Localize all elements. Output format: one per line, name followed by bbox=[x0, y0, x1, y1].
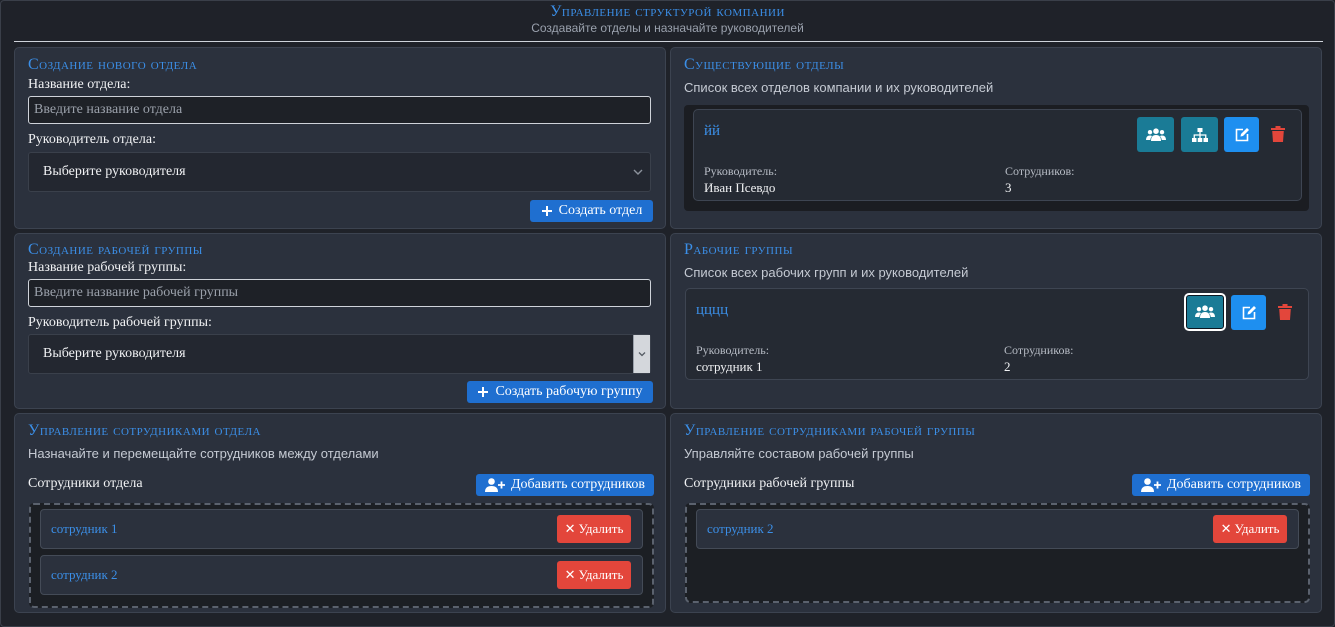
create-workgroup-card: Создание рабочей группы Название рабочей… bbox=[14, 233, 666, 409]
workgroup-count-value: 2 bbox=[1004, 359, 1011, 374]
department-count-label: Сотрудников: bbox=[1005, 164, 1075, 178]
department-edit-button[interactable] bbox=[1224, 117, 1259, 152]
department-staff-list: сотрудник 1 ✕ Удалить сотрудник 2 ✕ Удал… bbox=[29, 503, 654, 608]
plus-icon bbox=[478, 387, 489, 397]
sitemap-icon bbox=[1191, 127, 1208, 142]
workgroup-head-selected: Выберите руководителя bbox=[43, 346, 186, 361]
workgroup-count-label: Сотрудников: bbox=[1004, 343, 1074, 357]
department-head-meta-label: Руководитель: bbox=[704, 164, 778, 178]
remove-employee-button[interactable]: ✕ Удалить bbox=[1213, 515, 1287, 543]
list-item: сотрудник 1 ✕ Удалить bbox=[40, 509, 643, 549]
create-workgroup-button[interactable]: Создать рабочую группу bbox=[467, 381, 653, 403]
department-staff-subtitle: Назначайте и перемещайте сотрудников меж… bbox=[28, 446, 379, 461]
workgroup-staff-title: Управление сотрудниками рабочей группы bbox=[684, 422, 976, 439]
trash-icon bbox=[1278, 304, 1292, 320]
department-name[interactable]: йй bbox=[704, 123, 720, 140]
remove-label: Удалить bbox=[578, 521, 624, 536]
create-department-label: Создать отдел bbox=[558, 203, 643, 218]
department-staff-card: Управление сотрудниками отдела Назначайт… bbox=[14, 413, 666, 613]
department-head-label: Руководитель отдела: bbox=[28, 132, 156, 147]
workgroup-name[interactable]: цццц bbox=[696, 302, 728, 319]
department-name-label: Название отдела: bbox=[28, 77, 131, 92]
workgroups-title: Рабочие группы bbox=[684, 241, 794, 258]
workgroup-staff-card: Управление сотрудниками рабочей группы У… bbox=[670, 413, 1322, 613]
header-divider bbox=[14, 41, 1323, 42]
chevron-down-icon bbox=[633, 169, 643, 175]
users-icon bbox=[1145, 127, 1166, 141]
workgroup-head-label: Руководитель рабочей группы: bbox=[28, 315, 212, 330]
edit-icon bbox=[1242, 305, 1256, 319]
workgroup-head-value: сотрудник 1 bbox=[696, 359, 763, 374]
page-subtitle: Создавайте отделы и назначайте руководит… bbox=[531, 21, 804, 35]
workgroup-staff-list-label: Сотрудники рабочей группы bbox=[684, 476, 855, 491]
remove-label: Удалить bbox=[1234, 521, 1280, 536]
employee-name[interactable]: сотрудник 1 bbox=[51, 521, 118, 537]
department-delete-button[interactable] bbox=[1268, 124, 1288, 144]
department-head-selected: Выберите руководителя bbox=[43, 164, 186, 179]
users-icon bbox=[1195, 305, 1215, 318]
department-item: йй Руководитель: Иван Псевдо Сотрудников… bbox=[693, 109, 1302, 201]
department-members-button[interactable] bbox=[1137, 117, 1174, 152]
create-workgroup-title: Создание рабочей группы bbox=[28, 241, 203, 258]
x-icon: ✕ bbox=[1220, 521, 1232, 537]
workgroup-name-input[interactable] bbox=[28, 279, 651, 307]
create-department-button[interactable]: Создать отдел bbox=[530, 200, 653, 222]
x-icon: ✕ bbox=[564, 521, 576, 537]
departments-subtitle: Список всех отделов компании и их руково… bbox=[684, 80, 994, 95]
department-staff-title: Управление сотрудниками отдела bbox=[28, 422, 261, 439]
workgroup-add-staff-label: Добавить сотрудников bbox=[1166, 477, 1302, 492]
trash-icon bbox=[1271, 126, 1285, 142]
workgroup-edit-button[interactable] bbox=[1231, 295, 1266, 330]
workgroups-subtitle: Список всех рабочих групп и их руководит… bbox=[684, 265, 969, 280]
department-staff-list-label: Сотрудники отдела bbox=[28, 476, 143, 491]
department-name-input[interactable] bbox=[28, 96, 651, 124]
user-plus-icon bbox=[484, 478, 505, 492]
list-item: сотрудник 2 ✕ Удалить bbox=[696, 509, 1299, 549]
workgroup-head-meta-label: Руководитель: bbox=[696, 343, 770, 357]
department-add-staff-label: Добавить сотрудников bbox=[510, 477, 646, 492]
workgroup-staff-list: сотрудник 2 ✕ Удалить bbox=[685, 503, 1310, 603]
workgroup-item: цццц Руководитель: сотрудник 1 Сотрудник… bbox=[685, 288, 1309, 380]
plus-icon bbox=[541, 206, 552, 216]
remove-label: Удалить bbox=[578, 567, 624, 582]
department-structure-button[interactable] bbox=[1181, 117, 1218, 152]
employee-name[interactable]: сотрудник 2 bbox=[707, 521, 774, 537]
department-head-select[interactable]: Выберите руководителя bbox=[28, 152, 651, 192]
department-add-staff-button[interactable]: Добавить сотрудников bbox=[476, 474, 654, 496]
workgroup-add-staff-button[interactable]: Добавить сотрудников bbox=[1132, 474, 1310, 496]
workgroup-head-select[interactable]: Выберите руководителя bbox=[28, 334, 651, 374]
page-header: Управление структурой компании Создавайт… bbox=[0, 3, 1335, 36]
workgroups-card: Рабочие группы Список всех рабочих групп… bbox=[670, 233, 1322, 409]
workgroup-delete-button[interactable] bbox=[1275, 302, 1295, 322]
user-plus-icon bbox=[1140, 478, 1161, 492]
departments-card: Существующие отделы Список всех отделов … bbox=[670, 47, 1322, 229]
page-title: Управление структурой компании bbox=[550, 3, 785, 20]
department-count-value: 3 bbox=[1005, 180, 1012, 195]
create-department-card: Создание нового отдела Название отдела: … bbox=[14, 47, 666, 229]
workgroup-staff-subtitle: Управляйте составом рабочей группы bbox=[684, 446, 914, 461]
remove-employee-button[interactable]: ✕ Удалить bbox=[557, 561, 631, 589]
workgroup-members-button[interactable] bbox=[1186, 295, 1224, 329]
list-item: сотрудник 2 ✕ Удалить bbox=[40, 555, 643, 595]
edit-icon bbox=[1235, 127, 1249, 141]
x-icon: ✕ bbox=[564, 567, 576, 583]
create-department-title: Создание нового отдела bbox=[28, 56, 198, 73]
employee-name[interactable]: сотрудник 2 bbox=[51, 567, 118, 583]
remove-employee-button[interactable]: ✕ Удалить bbox=[557, 515, 631, 543]
department-head-value: Иван Псевдо bbox=[704, 180, 776, 195]
create-workgroup-label: Создать рабочую группу bbox=[495, 384, 643, 399]
departments-title: Существующие отделы bbox=[684, 56, 845, 73]
chevron-down-icon bbox=[633, 335, 650, 373]
workgroup-name-label: Название рабочей группы: bbox=[28, 260, 187, 275]
